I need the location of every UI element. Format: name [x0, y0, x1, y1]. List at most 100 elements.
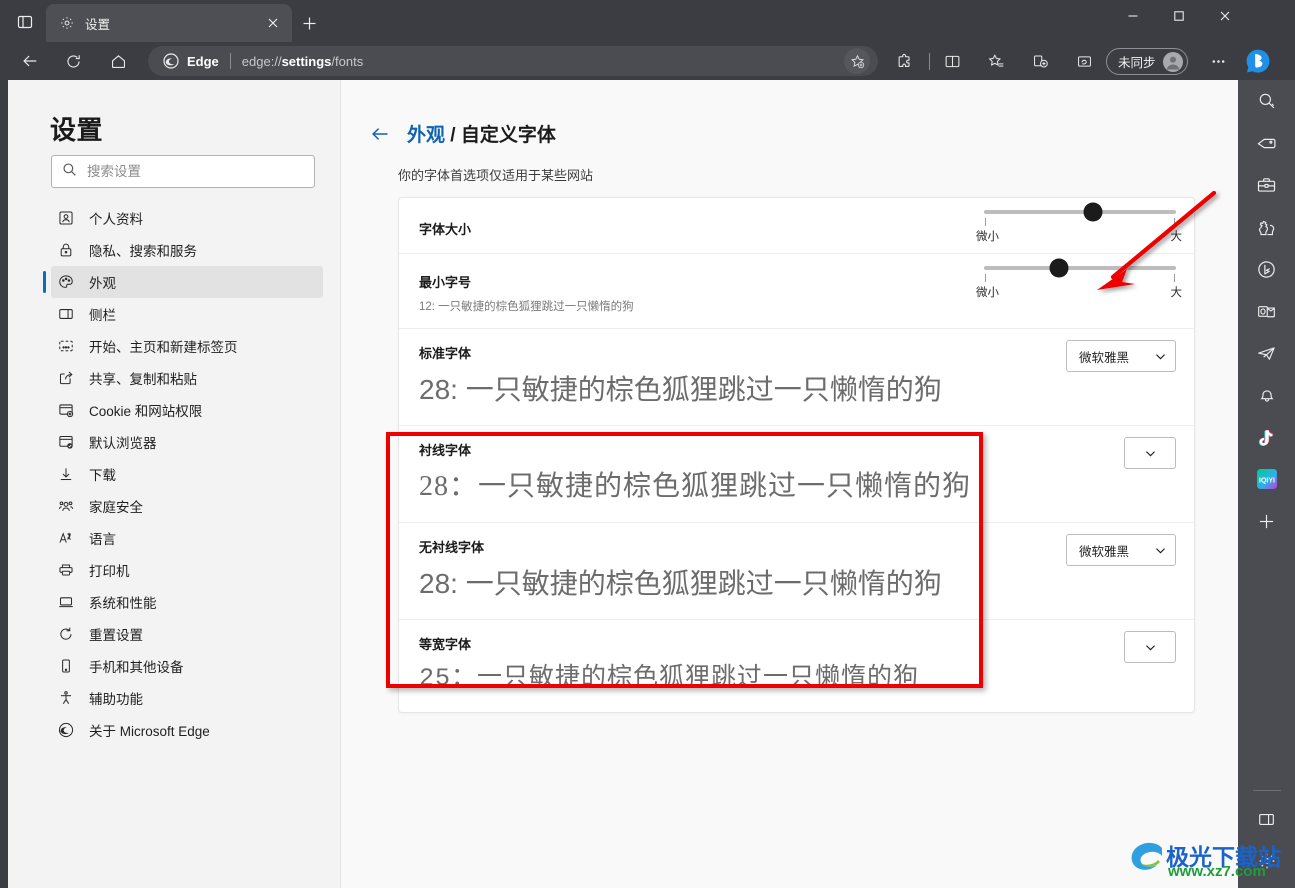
sidebar-item-0[interactable]: 个人资料 — [51, 202, 323, 234]
avatar-icon — [1162, 51, 1183, 72]
sidebar-item-14[interactable]: 手机和其他设备 — [51, 650, 323, 682]
minimize-button[interactable] — [1110, 0, 1156, 32]
telegram-icon[interactable] — [1238, 332, 1295, 374]
collections-icon[interactable] — [1026, 47, 1054, 75]
system-icon — [57, 594, 74, 611]
add-favorite-icon[interactable] — [844, 48, 870, 74]
sidebar-item-label: 个人资料 — [89, 212, 143, 227]
browser-tab[interactable]: 设置 — [46, 4, 292, 42]
sidebar-item-4[interactable]: 开始、主页和新建标签页 — [51, 330, 323, 362]
slider-control[interactable]: 微小 大 — [976, 202, 1182, 244]
back-arrow-icon[interactable] — [369, 123, 391, 145]
search-icon — [62, 162, 77, 182]
split-panel-icon[interactable] — [1238, 798, 1295, 840]
tab-title: 设置 — [85, 17, 111, 32]
sidebar-item-2[interactable]: 外观 — [43, 266, 323, 298]
back-button[interactable] — [16, 47, 44, 75]
slider-preview-text: 12: 一只敏捷的棕色狐狸跳过一只懒惰的狗 — [419, 301, 634, 313]
sidebar-item-label: 共享、复制和粘贴 — [89, 372, 197, 387]
breadcrumb-parent-link[interactable]: 外观 — [407, 125, 445, 146]
outlook-icon[interactable] — [1238, 290, 1295, 332]
tiktok-icon[interactable] — [1238, 416, 1295, 458]
games-icon[interactable] — [1238, 206, 1295, 248]
browser-toolbar: Edge edge://settings/fonts 未同步 — [0, 42, 1295, 80]
slider-track[interactable] — [984, 202, 1176, 222]
search-settings-box[interactable] — [51, 155, 315, 188]
sidebar-item-16[interactable]: 关于 Microsoft Edge — [51, 714, 323, 746]
more-options-button[interactable] — [1204, 47, 1232, 75]
sidebar-item-label: 重置设置 — [89, 628, 143, 643]
extensions-icon[interactable] — [890, 47, 918, 75]
page-subtitle: 你的字体首选项仅适用于某些网站 — [398, 168, 594, 183]
sidebar-divider — [1252, 790, 1281, 791]
omnibox-url-text[interactable]: edge://settings/fonts — [242, 54, 844, 69]
sidebar-item-label: 系统和性能 — [89, 596, 157, 611]
font-family-dropdown[interactable] — [1124, 437, 1176, 469]
slider-control[interactable]: 微小 大 — [976, 258, 1182, 300]
sidebar-item-7[interactable]: 默认浏览器 — [51, 426, 323, 458]
search-input[interactable] — [87, 164, 304, 179]
printer-icon — [57, 562, 74, 579]
iqiyi-icon[interactable]: IQIYI — [1238, 458, 1295, 500]
add-sidebar-app-icon[interactable] — [1238, 500, 1295, 542]
slider-caption-low: 微小 — [976, 231, 999, 243]
sidebar-item-5[interactable]: 共享、复制和粘贴 — [51, 362, 323, 394]
edge-logo-icon — [162, 52, 180, 70]
sidebar-item-8[interactable]: 下载 — [51, 458, 323, 490]
chevron-down-icon — [1144, 447, 1157, 460]
tab-actions-menu-icon[interactable] — [12, 9, 38, 35]
address-bar[interactable]: Edge edge://settings/fonts — [148, 46, 878, 76]
sidebar-item-label: 手机和其他设备 — [89, 660, 184, 675]
sidebar-item-label: 下载 — [89, 468, 116, 483]
font-sample-text: 28: 一只敏捷的棕色狐狸跳过一只懒惰的狗 — [419, 374, 942, 405]
slider-captions: 微小 大 — [976, 228, 1182, 244]
sidebar-item-6[interactable]: Cookie 和网站权限 — [51, 394, 323, 426]
slider-row: 字体大小 微小 大 — [399, 198, 1194, 254]
sidebar-item-12[interactable]: 系统和性能 — [51, 586, 323, 618]
bing-image-creator-icon[interactable] — [1238, 248, 1295, 290]
sidebar-item-15[interactable]: 辅助功能 — [51, 682, 323, 714]
chevron-down-icon — [1154, 350, 1167, 363]
font-family-dropdown[interactable] — [1124, 631, 1176, 663]
new-tab-button[interactable] — [296, 10, 322, 36]
maximize-button[interactable] — [1156, 0, 1202, 32]
language-icon — [57, 530, 74, 547]
sidebar-item-3[interactable]: 侧栏 — [51, 298, 323, 330]
sidebar-icon — [57, 306, 74, 323]
search-discover-icon[interactable] — [1238, 80, 1295, 122]
sidebar-item-1[interactable]: 隐私、搜索和服务 — [51, 234, 323, 266]
slider-row: 最小字号 12: 一只敏捷的棕色狐狸跳过一只懒惰的狗 微小 大 — [399, 254, 1194, 329]
edge-sidebar: IQIYI — [1238, 80, 1295, 888]
split-screen-icon[interactable] — [938, 47, 966, 75]
shopping-tag-icon[interactable] — [1238, 122, 1295, 164]
font-row-label: 等宽字体 — [419, 637, 472, 652]
site-watermark: 极光下载站 www.xz7.com — [1128, 836, 1288, 884]
sidebar-item-10[interactable]: 语言 — [51, 522, 323, 554]
sidebar-item-13[interactable]: 重置设置 — [51, 618, 323, 650]
sidebar-item-label: 隐私、搜索和服务 — [89, 244, 197, 259]
sidebar-item-11[interactable]: 打印机 — [51, 554, 323, 586]
watermark-logo-icon — [1131, 842, 1162, 870]
notification-bell-icon[interactable] — [1238, 374, 1295, 416]
phone-icon — [57, 658, 74, 675]
tools-icon[interactable] — [1238, 164, 1295, 206]
slider-track[interactable] — [984, 258, 1176, 278]
slider-label: 最小字号 — [419, 275, 472, 290]
window-close-button[interactable] — [1202, 0, 1248, 32]
home-button[interactable] — [104, 47, 132, 75]
font-family-dropdown[interactable]: 微软雅黑 — [1066, 534, 1176, 566]
ie-mode-icon[interactable] — [1070, 47, 1098, 75]
slider-ticks — [984, 273, 1176, 284]
reload-button[interactable] — [59, 47, 87, 75]
settings-sidebar: 设置 个人资料隐私、搜索和服务外观侧栏开始、主页和新建标签页共享、复制和粘贴 Co… — [8, 80, 341, 888]
font-family-dropdown[interactable]: 微软雅黑 — [1066, 340, 1176, 372]
bing-copilot-icon[interactable] — [1244, 47, 1272, 75]
sidebar-item-9[interactable]: 家庭安全 — [51, 490, 323, 522]
sidebar-item-label: 开始、主页和新建标签页 — [89, 340, 238, 355]
profile-sync-button[interactable]: 未同步 — [1106, 48, 1188, 75]
close-icon[interactable] — [262, 12, 284, 34]
chevron-down-icon — [1154, 544, 1167, 557]
cookie-icon — [57, 402, 74, 419]
reset-icon — [57, 626, 74, 643]
favorites-list-icon[interactable] — [982, 47, 1010, 75]
